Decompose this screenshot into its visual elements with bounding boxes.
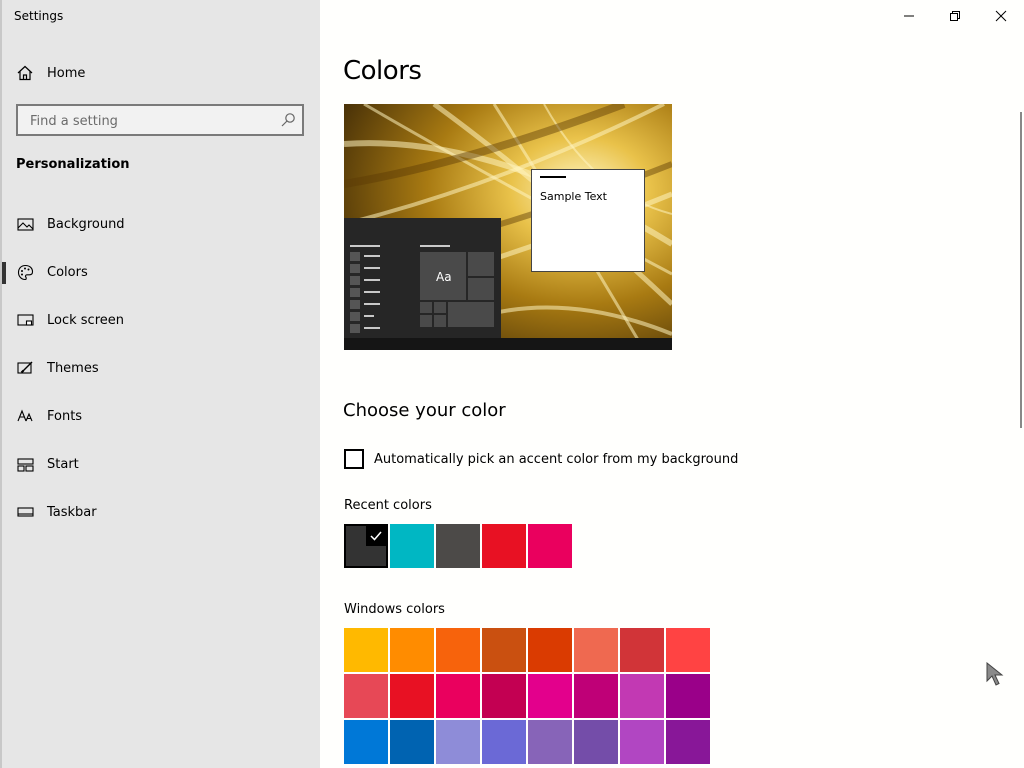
sidebar-item-label: Taskbar	[47, 504, 97, 520]
recent-colors-row	[344, 524, 572, 568]
preview-taskbar	[344, 338, 672, 350]
sidebar-item-label: Start	[47, 456, 79, 472]
search-box[interactable]	[16, 104, 304, 136]
auto-pick-checkbox-row[interactable]: Automatically pick an accent color from …	[344, 449, 738, 469]
sidebar-item-themes[interactable]: Themes	[0, 344, 320, 392]
close-button[interactable]	[978, 0, 1024, 32]
restore-button[interactable]	[932, 0, 978, 32]
close-icon	[995, 10, 1007, 22]
windows-color-swatch[interactable]	[666, 628, 710, 672]
sidebar-item-background[interactable]: Background	[0, 200, 320, 248]
windows-color-swatch[interactable]	[620, 720, 664, 764]
windows-color-swatch[interactable]	[528, 628, 572, 672]
choose-color-heading: Choose your color	[343, 400, 506, 421]
sidebar-item-taskbar[interactable]: Taskbar	[0, 488, 320, 536]
recent-color-swatch[interactable]	[528, 524, 572, 568]
sidebar-item-label: Colors	[47, 264, 88, 280]
windows-color-swatch[interactable]	[574, 628, 618, 672]
fonts-icon	[17, 409, 33, 421]
minimize-button[interactable]	[886, 0, 932, 32]
preview-sample-window: Sample Text	[531, 169, 645, 272]
sidebar-item-start[interactable]: Start	[0, 440, 320, 488]
checkmark-icon	[366, 526, 386, 546]
windows-color-swatch[interactable]	[528, 720, 572, 764]
scrollbar[interactable]	[1020, 112, 1022, 428]
windows-color-swatch[interactable]	[528, 674, 572, 718]
windows-color-swatch[interactable]	[436, 720, 480, 764]
sidebar-item-label: Background	[47, 216, 125, 232]
windows-color-swatch[interactable]	[574, 674, 618, 718]
windows-color-swatch[interactable]	[620, 674, 664, 718]
sidebar-item-label: Lock screen	[47, 312, 124, 328]
windows-color-swatch[interactable]	[620, 628, 664, 672]
sample-window-titlebar	[540, 176, 566, 178]
preview-start-menu: Aa	[344, 218, 501, 338]
selection-indicator	[2, 262, 6, 284]
windows-color-swatch[interactable]	[390, 720, 434, 764]
recent-color-swatch[interactable]	[436, 524, 480, 568]
windows-color-swatch[interactable]	[344, 674, 388, 718]
auto-pick-label: Automatically pick an accent color from …	[374, 451, 739, 467]
window-controls	[886, 0, 1024, 32]
preview-start-tiles	[350, 245, 494, 333]
windows-color-swatch[interactable]	[390, 628, 434, 672]
recent-color-swatch[interactable]	[344, 524, 388, 568]
start-icon	[17, 457, 34, 472]
theme-preview: Aa Sample Text	[344, 104, 672, 350]
windows-color-swatch[interactable]	[436, 628, 480, 672]
taskbar-icon	[17, 506, 34, 517]
windows-colors-label: Windows colors	[344, 602, 445, 617]
search-icon[interactable]	[280, 112, 296, 128]
windows-color-swatch[interactable]	[344, 628, 388, 672]
windows-color-swatch[interactable]	[482, 674, 526, 718]
recent-colors-label: Recent colors	[344, 498, 432, 513]
home-icon	[17, 65, 33, 81]
mouse-cursor-icon	[986, 662, 1004, 686]
auto-pick-checkbox[interactable]	[344, 449, 364, 469]
themes-brush-icon	[17, 361, 33, 374]
minimize-icon	[904, 15, 914, 17]
windows-colors-grid	[344, 628, 710, 764]
main-content: Colors Aa Sample Text Choose your color …	[320, 0, 1024, 768]
restore-icon	[950, 11, 960, 21]
lock-screen-icon	[17, 313, 34, 326]
sidebar-item-fonts[interactable]: Fonts	[0, 392, 320, 440]
image-icon	[17, 217, 34, 231]
preview-tile-text: Aa	[436, 270, 452, 284]
recent-color-swatch[interactable]	[390, 524, 434, 568]
nav-list: Background Colors Lock screen Themes Fon…	[0, 200, 320, 536]
nav-home-label: Home	[47, 65, 86, 81]
palette-icon	[17, 264, 34, 280]
windows-color-swatch[interactable]	[666, 720, 710, 764]
sidebar-item-label: Themes	[47, 360, 99, 376]
section-title: Personalization	[16, 157, 130, 172]
windows-color-swatch[interactable]	[344, 720, 388, 764]
search-input[interactable]	[28, 111, 277, 131]
sidebar: Settings Home Personalization Background	[0, 0, 320, 768]
windows-color-swatch[interactable]	[666, 674, 710, 718]
windows-color-swatch[interactable]	[482, 720, 526, 764]
nav-home[interactable]: Home	[16, 60, 85, 86]
windows-color-swatch[interactable]	[436, 674, 480, 718]
recent-color-swatch[interactable]	[482, 524, 526, 568]
windows-color-swatch[interactable]	[390, 674, 434, 718]
sidebar-item-colors[interactable]: Colors	[0, 248, 320, 296]
windows-color-swatch[interactable]	[482, 628, 526, 672]
sample-text: Sample Text	[540, 190, 607, 203]
sidebar-item-lock-screen[interactable]: Lock screen	[0, 296, 320, 344]
app-title: Settings	[14, 9, 64, 23]
page-title: Colors	[343, 56, 422, 86]
sidebar-item-label: Fonts	[47, 408, 83, 424]
windows-color-swatch[interactable]	[574, 720, 618, 764]
